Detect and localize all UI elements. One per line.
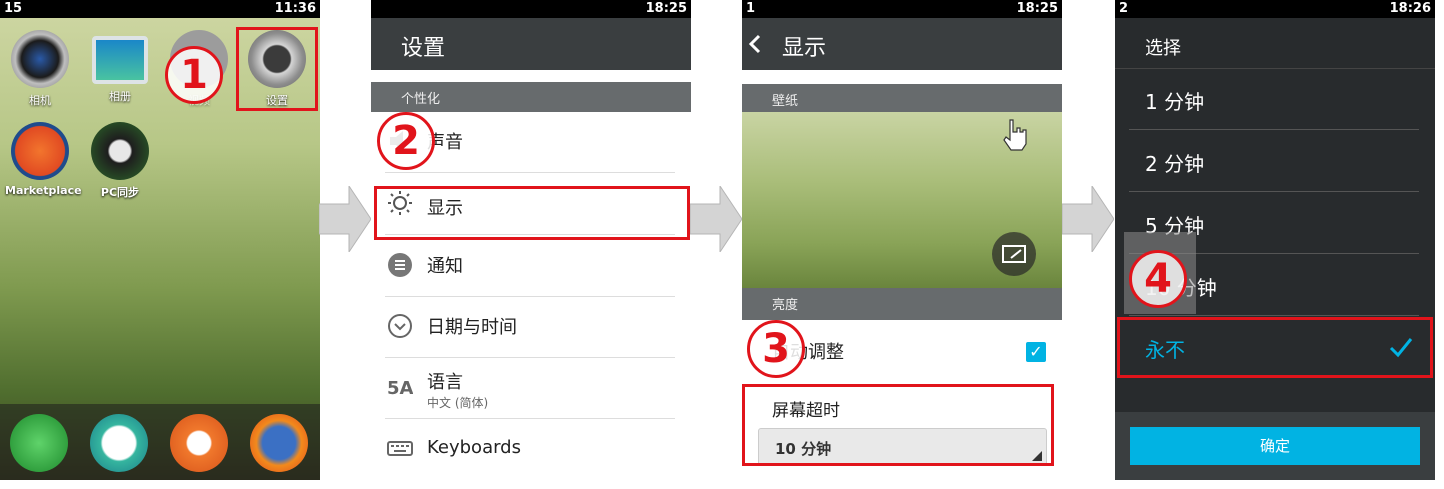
firefox-icon[interactable] [250,414,308,472]
page-title: 设置 [401,36,446,61]
keyboard-icon [387,441,413,456]
clock-icon [388,314,412,338]
item-label: 通知 [427,256,463,277]
select-dialog-screen: 2 18:26 选择 1 分钟 2 分钟 5 分钟 10 分钟 永不 确定 4 [1115,0,1435,480]
messages-icon[interactable] [90,414,148,472]
status-bar: 15 11:36 [0,0,320,18]
step-marker: 1 [165,46,223,104]
highlight-box [236,27,318,111]
option-label: 1 分钟 [1145,90,1205,114]
usb-sync-icon [91,122,149,180]
dialog-title: 选择 [1145,38,1181,59]
back-chevron-icon[interactable] [748,34,762,54]
arrow-right-icon [690,186,742,252]
display-screen: 1 18:25 显示 壁纸 亮度 自动调整 ✓ 屏幕超时 10 分钟 3 [742,0,1062,480]
section-title: 亮度 [772,298,799,313]
option-2-min[interactable]: 2 分钟 [1129,130,1419,192]
header: 设置 [371,18,691,70]
section-header: 壁纸 [742,84,1062,112]
status-left: 15 [4,1,23,16]
home-screen: 15 11:36 相机 相册 视频 设置 Marketplace PC同步 1 [0,0,320,480]
option-label: 2 分钟 [1145,152,1205,176]
settings-item-notifications[interactable]: 通知 [385,236,675,297]
gallery-icon [92,36,148,84]
status-bar: 2 18:26 [1115,0,1435,18]
notifications-icon [388,253,412,277]
settings-screen: 18:25 设置 个性化 声音 显示 通知 日期与时间 5A 语言 中文 (简体… [371,0,691,480]
page-title: 显示 [782,36,827,61]
marketplace-icon [11,122,69,180]
header: 显示 [742,18,1062,70]
section-header: 个性化 [371,82,691,112]
step-marker: 3 [747,320,805,378]
app-label: 相册 [109,90,131,103]
status-left: 1 [746,1,756,16]
app-label: 相机 [29,94,51,107]
status-left: 2 [1119,1,1129,16]
language-icon: 5A [387,378,413,399]
wallpaper-preview[interactable] [742,112,1062,288]
settings-item-keyboards[interactable]: Keyboards [385,419,675,480]
hand-cursor-icon [1003,119,1027,151]
settings-item-language[interactable]: 5A 语言 中文 (简体) [385,358,675,419]
svg-text:5A: 5A [387,378,413,399]
step-marker: 4 [1129,250,1187,308]
settings-item-datetime[interactable]: 日期与时间 [385,297,675,358]
section-header: 亮度 [742,288,1062,320]
status-time: 11:36 [274,1,316,16]
item-sublabel: 中文 (简体) [427,396,489,410]
status-time: 18:25 [645,1,687,16]
app-gallery[interactable]: 相册 [85,30,155,104]
arrow-right-icon [1062,186,1114,252]
section-title: 壁纸 [772,94,799,109]
item-label: 日期与时间 [427,317,517,338]
camera-icon [11,30,69,88]
confirm-button[interactable]: 确定 [1130,427,1420,465]
auto-adjust-checkbox[interactable]: ✓ [1026,342,1046,362]
highlight-box [1117,317,1433,378]
status-bar: 18:25 [371,0,691,18]
app-label: Marketplace [5,184,82,197]
highlight-box [742,384,1054,466]
phone-icon[interactable] [10,414,68,472]
step-marker: 2 [377,112,435,170]
edit-wallpaper-icon[interactable] [992,232,1036,276]
app-camera[interactable]: 相机 [5,30,75,108]
section-title: 个性化 [401,92,441,107]
status-time: 18:25 [1016,1,1058,16]
item-label: Keyboards [427,437,521,458]
dock [0,404,320,480]
app-marketplace[interactable]: Marketplace [5,122,82,197]
highlight-box [374,186,690,240]
option-1-min[interactable]: 1 分钟 [1129,68,1419,130]
app-pc-sync[interactable]: PC同步 [85,122,155,200]
app-label: PC同步 [100,186,140,199]
status-time: 18:26 [1389,1,1431,16]
item-label: 语言 [427,372,463,393]
contacts-icon[interactable] [170,414,228,472]
status-bar: 1 18:25 [742,0,1062,18]
arrow-right-icon [319,186,371,252]
